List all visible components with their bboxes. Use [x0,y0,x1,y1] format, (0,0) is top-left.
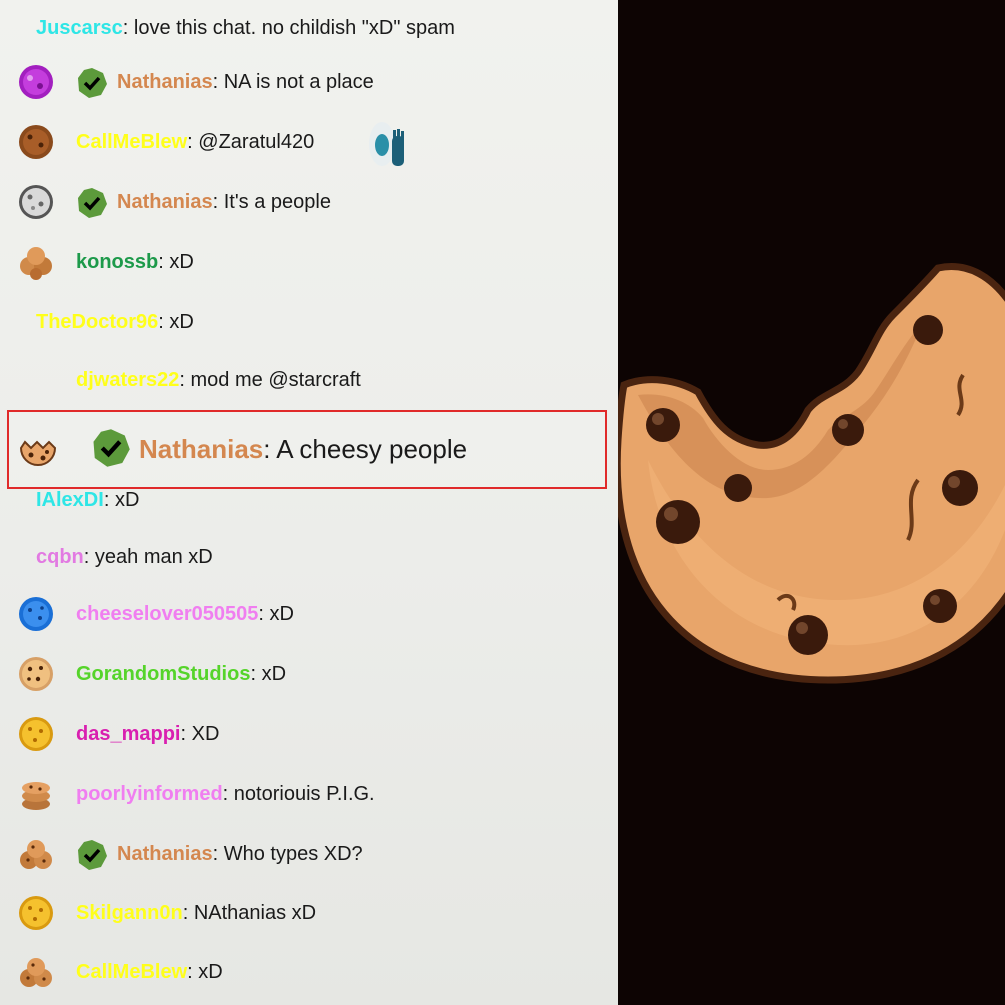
cookie-artwork-panel [618,0,1005,1005]
chat-username[interactable]: djwaters22 [76,369,179,391]
pile-cookie-icon [20,840,52,869]
chat-message-text: xD [261,663,287,685]
chat-message: CallMeBlew: @Zaratul420 [0,122,618,166]
chat-message: Nathanias: It's a people [0,182,618,226]
chat-username[interactable]: Juscarsc [36,17,123,39]
gold-cookie-icon [19,717,53,751]
bitten-cookie-icon [19,440,57,466]
chat-username[interactable]: konossb [76,251,158,273]
chat-panel: Juscarsc: love this chat. no childish "x… [0,0,618,1005]
chat-message: GorandomStudios: xD [0,654,618,698]
highlighted-message: Nathanias: A cheesy people [7,410,607,489]
zaratul-emote-icon [369,122,404,166]
purple-cookie-icon [19,65,53,99]
chat-message-text: NA is not a place [223,71,374,93]
chat-message: CallMeBlew: xD [0,952,618,996]
silver-cookie-icon [19,185,53,219]
chat-username[interactable]: Skilgann0n [76,902,183,924]
chat-username[interactable]: poorlyinformed [76,783,223,805]
chat-message: konossb: xD [0,242,618,286]
stack-cookie-icon [20,247,52,280]
chat-message: Skilgann0n: NAthanias xD [0,893,618,937]
chat-message-text: XD [191,723,220,745]
chocolate-cookie-icon [19,125,53,159]
chat-message: Nathanias: Who types XD? [0,834,618,878]
chat-username[interactable]: das_mappi [76,723,180,745]
chat-message-text: xD [198,961,223,983]
blue-cookie-icon [19,597,53,631]
bitten-cookie-art-icon [618,263,1005,684]
chat-message: IAlexDI: xD [36,489,140,511]
chat-message-text: notoriouis P.I.G. [233,783,375,805]
chat-message-text: Who types XD? [223,843,363,865]
stack-cookie-icon [22,782,50,810]
chat-message: djwaters22: mod me @starcraft [76,369,361,391]
chat-message-text: A cheesy people [276,434,468,464]
chat-message: cheeselover050505: xD [0,594,618,638]
chat-message-text: xD [169,251,194,273]
chat-message: das_mappi: XD [0,714,618,758]
chat-message: cqbn: yeah man xD [36,546,213,568]
chat-username[interactable]: IAlexDI [36,489,104,511]
chat-message-text: It's a people [223,191,331,213]
chat-message-text: yeah man xD [94,546,213,568]
chat-username[interactable]: GorandomStudios [76,663,250,685]
chat-username[interactable]: Nathanias [139,434,263,464]
moderator-check-icon [78,68,107,98]
chat-message-text: xD [269,603,294,625]
chat-message: Juscarsc: love this chat. no childish "x… [36,17,455,39]
chat-message-text: xD [114,489,140,511]
chat-message-text: @Zaratul420 [198,131,315,153]
chat-username[interactable]: cqbn [36,546,84,568]
moderator-check-icon [93,429,130,467]
chat-username[interactable]: cheeselover050505 [76,603,258,625]
chat-message-text: love this chat. no childish "xD" spam [133,17,455,39]
chat-message: poorlyinformed: notoriouis P.I.G. [0,774,618,818]
chat-message-text: mod me @starcraft [190,369,361,391]
chat-username[interactable]: Nathanias [117,71,213,93]
chat-username[interactable]: Nathanias [117,191,213,213]
chat-message: TheDoctor96: xD [36,311,194,333]
chat-username[interactable]: CallMeBlew [76,131,187,153]
gold-cookie-icon [19,896,53,930]
moderator-check-icon [78,840,107,870]
chat-message-text: NAthanias xD [193,902,317,924]
chat-username[interactable]: Nathanias [117,843,213,865]
chat-message: Nathanias: NA is not a place [0,62,618,106]
moderator-check-icon [78,188,107,218]
chip-cookie-icon [19,657,53,691]
chat-username[interactable]: CallMeBlew [76,961,187,983]
chat-message-text: xD [169,311,194,333]
pile-cookie-icon [20,958,52,987]
chat-username[interactable]: TheDoctor96 [36,311,158,333]
